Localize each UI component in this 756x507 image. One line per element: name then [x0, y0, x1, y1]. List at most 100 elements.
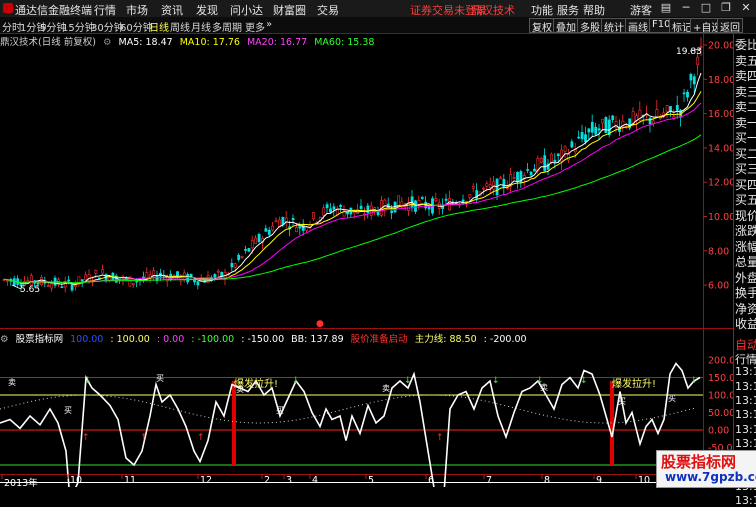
candle-body — [60, 286, 64, 289]
candle-body — [543, 155, 547, 172]
date-tick-label: 3 — [286, 475, 293, 486]
candle-body — [346, 211, 349, 215]
candle-body — [590, 122, 594, 133]
candle-body — [427, 206, 431, 210]
quote-row-label: 买五 — [735, 193, 756, 207]
quote-row-label: 卖四 — [735, 69, 756, 83]
candle-body — [550, 153, 553, 164]
buy-mark-label: 买 — [156, 374, 164, 383]
candle-body — [230, 263, 234, 268]
indicator-gear-icon[interactable]: ⚙ — [0, 334, 9, 345]
candle-body — [597, 128, 601, 131]
sell-mark-label: 卖 — [236, 385, 244, 394]
candle-body — [502, 179, 506, 188]
candle-body — [488, 184, 492, 188]
window-close-icon[interactable]: ✕ — [739, 1, 753, 15]
tick-time-label: 13:1 — [735, 379, 756, 393]
quote-row-label: 卖一 — [735, 115, 756, 130]
candle-body — [312, 212, 315, 219]
candle-body — [67, 279, 71, 282]
indicator-legend: ⚙ 股票指标网 100.00 : 100.00 : 0.00 : -100.00… — [0, 331, 731, 345]
candle-body — [325, 204, 329, 209]
buy-mark-label: 买 — [276, 406, 284, 415]
buy-arrow-icon: ↑ — [82, 433, 90, 443]
candle-body — [468, 194, 472, 198]
site-watermark: 股票指标网 www.7gpzb.com — [656, 450, 756, 488]
tick-time-label: 13:1 — [735, 422, 756, 436]
burst-signal-label: 爆发拉升! — [612, 377, 656, 390]
watermark-url: www.7gpzb.com — [665, 470, 756, 484]
level-neg100-label: : -100.00 — [191, 334, 235, 345]
quote-row-label: 涨幅 — [735, 239, 756, 254]
candle-body — [305, 226, 309, 231]
candle-body — [284, 217, 288, 222]
candle-body — [689, 73, 693, 81]
date-tick-label: 6 — [428, 475, 435, 486]
price-tick-label: 16.00 — [708, 109, 733, 120]
candle-body — [339, 205, 343, 207]
candle-body — [322, 207, 326, 216]
candle-body — [233, 263, 237, 268]
sell-mark-label: 卖 — [382, 384, 390, 393]
candle-body — [216, 270, 220, 273]
sell-arrow-icon: ↓ — [580, 376, 588, 386]
low-price-label: 5.65 — [20, 285, 40, 295]
buy-arrow-icon: ↑ — [140, 433, 148, 443]
candle-body — [274, 220, 278, 223]
date-tick-label: 9 — [596, 475, 603, 486]
candle-body — [332, 206, 336, 210]
moving-average-lines — [3, 72, 702, 286]
price-tick-label: 12.00 — [708, 178, 733, 189]
candle-body — [291, 218, 295, 221]
level-100b-label: : 100.00 — [110, 334, 150, 345]
candle-body — [359, 205, 363, 209]
candle-body — [601, 118, 604, 124]
main-force-line — [0, 362, 701, 487]
candle-body — [417, 200, 421, 205]
candle-body — [196, 281, 200, 286]
tick-time-label: 13:1 — [735, 436, 756, 450]
candle-body — [577, 136, 581, 139]
tick-time-label: 13:1 — [735, 365, 756, 379]
buy-mark-label: 买 — [668, 394, 676, 403]
quote-row-label: 买三 — [735, 162, 756, 176]
candle-body — [560, 149, 564, 162]
indicator-tick-label: 0.00 — [708, 426, 729, 437]
candle-body — [240, 256, 244, 258]
event-marker: ● — [316, 319, 324, 329]
candle-body — [186, 274, 190, 283]
candle-body — [587, 128, 591, 133]
bb-value: BB: 137.89 — [291, 334, 344, 345]
ma-line — [3, 91, 702, 285]
level-100-label: 100.00 — [70, 334, 104, 345]
quote-row-label: 总量 — [735, 255, 756, 269]
candle-body — [655, 109, 659, 118]
candle-body — [584, 134, 587, 143]
sell-arrow-icon: ↓ — [690, 376, 698, 386]
candle-body — [247, 248, 251, 252]
candle-body — [669, 106, 672, 112]
quote-row-label: 委比 — [735, 38, 756, 52]
quote-row-label: 卖二 — [735, 100, 756, 114]
level-0-label: : 0.00 — [156, 334, 185, 345]
candle-body — [516, 172, 519, 183]
indicator-name: 股票指标网 — [15, 334, 64, 345]
quote-row-label: 净资 — [735, 301, 756, 316]
candle-body — [529, 171, 533, 176]
price-tick-label: 18.00 — [708, 75, 733, 86]
candle-body — [485, 183, 489, 187]
kline-chart[interactable]: 20.0018.0016.0014.0012.0010.008.006.00 1… — [0, 0, 733, 487]
candle-body — [80, 279, 84, 282]
candle-body — [692, 76, 696, 85]
quote-row-label: 买四 — [735, 177, 756, 192]
candle-body — [482, 187, 485, 190]
sell-arrow-icon: ↓ — [404, 376, 412, 386]
candle-body — [267, 229, 271, 235]
price-tick-label: 20.00 — [708, 41, 733, 52]
quote-row-label: 买二 — [735, 146, 756, 161]
quote-row-label: 卖三 — [735, 84, 756, 99]
indicator-tick-label: 100.0 — [708, 391, 733, 402]
quote-row-label: 卖五 — [735, 53, 756, 68]
candle-body — [295, 227, 298, 233]
date-tick-label: 10 — [70, 475, 83, 486]
